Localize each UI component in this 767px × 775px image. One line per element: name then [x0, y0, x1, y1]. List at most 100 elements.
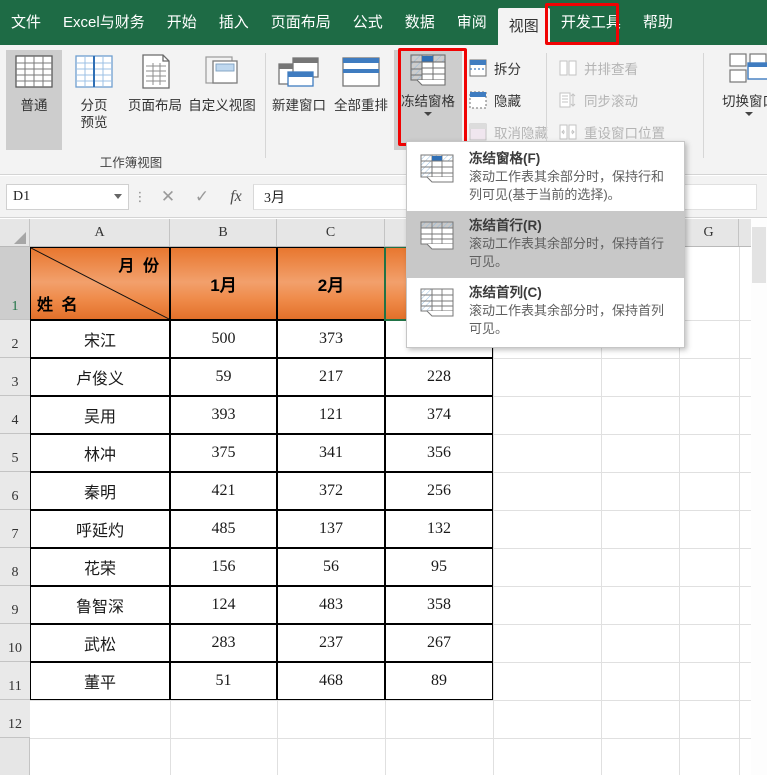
- row-header-12[interactable]: 12: [0, 700, 30, 738]
- cell-a1-header[interactable]: 月 份姓 名: [30, 247, 170, 320]
- cell-a6-name[interactable]: 秦明: [30, 472, 170, 510]
- cell-d5-value[interactable]: 356: [385, 434, 493, 472]
- hide-button[interactable]: 隐藏: [468, 87, 521, 113]
- normal-view-icon: [15, 55, 53, 88]
- menu-item-freeze-first-column[interactable]: 冻结首列(C) 滚动工作表其余部分时，保持首列可见。: [407, 278, 684, 345]
- row-header-8[interactable]: 8: [0, 548, 30, 586]
- cell-c2-value[interactable]: 373: [277, 320, 385, 358]
- cell-a11-name[interactable]: 董平: [30, 662, 170, 700]
- view-custom-views-button[interactable]: 自定义视图: [186, 50, 258, 150]
- insert-function-button[interactable]: fx: [219, 184, 253, 210]
- cell-b10-value[interactable]: 283: [170, 624, 277, 662]
- switch-windows-button[interactable]: 切换窗口: [714, 50, 767, 150]
- cell-c5-value[interactable]: 341: [277, 434, 385, 472]
- cell-c11-value[interactable]: 468: [277, 662, 385, 700]
- cell-b2-value[interactable]: 500: [170, 320, 277, 358]
- cell-a9-name[interactable]: 鲁智深: [30, 586, 170, 624]
- cell-d4-value[interactable]: 374: [385, 396, 493, 434]
- vertical-scrollbar-thumb[interactable]: [752, 227, 766, 283]
- view-page-break-preview-button[interactable]: 分页 预览: [64, 50, 124, 150]
- cell-d11-value[interactable]: 89: [385, 662, 493, 700]
- view-page-layout-button[interactable]: 页面布局: [124, 50, 186, 150]
- reset-window-position-icon: [559, 124, 577, 140]
- row-header-10[interactable]: 10: [0, 624, 30, 662]
- unhide-icon: [469, 123, 487, 141]
- cell-a4-name[interactable]: 吴用: [30, 396, 170, 434]
- freeze-panes-button[interactable]: 冻结窗格: [394, 50, 462, 150]
- ribbon-tab-9[interactable]: 开发工具: [550, 0, 632, 45]
- cell-b6-value[interactable]: 421: [170, 472, 277, 510]
- ribbon-group-workbook-views: 普通 分页 预览 页面布局 自定义视图 工作簿视图: [0, 45, 262, 175]
- ribbon-tab-2[interactable]: 开始: [156, 0, 208, 45]
- cell-d9-value[interactable]: 358: [385, 586, 493, 624]
- cell-d8-value[interactable]: 95: [385, 548, 493, 586]
- cell-b1-month-header[interactable]: 1月: [170, 247, 277, 320]
- vertical-scrollbar[interactable]: [751, 219, 767, 775]
- row-header-2[interactable]: 2: [0, 320, 30, 358]
- cell-c10-value[interactable]: 237: [277, 624, 385, 662]
- cell-a2-name[interactable]: 宋江: [30, 320, 170, 358]
- freeze-panes-chevron-down-icon[interactable]: [424, 112, 432, 116]
- cell-b4-value[interactable]: 393: [170, 396, 277, 434]
- row-header-5[interactable]: 5: [0, 434, 30, 472]
- cell-c6-value[interactable]: 372: [277, 472, 385, 510]
- cell-d6-value[interactable]: 256: [385, 472, 493, 510]
- column-header-a[interactable]: A: [30, 219, 170, 246]
- cell-a7-name[interactable]: 呼延灼: [30, 510, 170, 548]
- cell-b11-value[interactable]: 51: [170, 662, 277, 700]
- view-page-layout-label: 页面布局: [128, 98, 182, 113]
- column-header-g[interactable]: G: [679, 219, 739, 246]
- cell-a5-name[interactable]: 林冲: [30, 434, 170, 472]
- ribbon-tab-6[interactable]: 数据: [394, 0, 446, 45]
- split-button[interactable]: 拆分: [468, 55, 521, 81]
- cell-c4-value[interactable]: 121: [277, 396, 385, 434]
- name-box[interactable]: D1: [6, 183, 129, 210]
- arrange-all-button[interactable]: 全部重排: [330, 50, 392, 150]
- column-header-b[interactable]: B: [170, 219, 277, 246]
- cell-d7-value[interactable]: 132: [385, 510, 493, 548]
- cell-c3-value[interactable]: 217: [277, 358, 385, 396]
- cell-a3-name[interactable]: 卢俊义: [30, 358, 170, 396]
- column-header-c[interactable]: C: [277, 219, 385, 246]
- cell-c7-value[interactable]: 137: [277, 510, 385, 548]
- cell-c8-value[interactable]: 56: [277, 548, 385, 586]
- cell-a8-name[interactable]: 花荣: [30, 548, 170, 586]
- new-window-button[interactable]: 新建窗口: [268, 50, 330, 150]
- cell-d3-value[interactable]: 228: [385, 358, 493, 396]
- cell-b9-value[interactable]: 124: [170, 586, 277, 624]
- row-header-3[interactable]: 3: [0, 358, 30, 396]
- ribbon-tab-3[interactable]: 插入: [208, 0, 260, 45]
- menu-item-freeze-top-row[interactable]: 冻结首行(R) 滚动工作表其余部分时，保持首行可见。: [407, 211, 684, 278]
- formula-bar-grip[interactable]: ⋮: [129, 189, 151, 205]
- ribbon-tab-5[interactable]: 公式: [342, 0, 394, 45]
- confirm-formula-button[interactable]: ✓: [185, 184, 219, 210]
- ribbon-tab-4[interactable]: 页面布局: [260, 0, 342, 45]
- cancel-formula-button[interactable]: ✕: [151, 184, 185, 210]
- cell-b7-value[interactable]: 485: [170, 510, 277, 548]
- cell-d10-value[interactable]: 267: [385, 624, 493, 662]
- row-header-1[interactable]: 1: [0, 247, 30, 320]
- cell-c1-month-header[interactable]: 2月: [277, 247, 385, 320]
- row-header-6[interactable]: 6: [0, 472, 30, 510]
- cell-a10-name[interactable]: 武松: [30, 624, 170, 662]
- cell-b8-value[interactable]: 156: [170, 548, 277, 586]
- ribbon-tab-10[interactable]: 帮助: [632, 0, 684, 45]
- ribbon-separator-3: [703, 53, 704, 158]
- select-all-corner-button[interactable]: [0, 219, 30, 246]
- row-header-7[interactable]: 7: [0, 510, 30, 548]
- ribbon-tab-8[interactable]: 视图: [497, 8, 550, 45]
- ribbon-tab-1[interactable]: Excel与财务: [52, 0, 156, 45]
- cell-b3-value[interactable]: 59: [170, 358, 277, 396]
- switch-windows-chevron-down-icon[interactable]: [745, 112, 753, 116]
- view-normal-button[interactable]: 普通: [6, 50, 62, 150]
- synchronous-scrolling-label: 同步滚动: [584, 94, 638, 109]
- ribbon-tab-7[interactable]: 审阅: [446, 0, 498, 45]
- menu-item-freeze-panes[interactable]: 冻结窗格(F) 滚动工作表其余部分时，保持行和列可见(基于当前的选择)。: [407, 144, 684, 211]
- row-header-11[interactable]: 11: [0, 662, 30, 700]
- cell-c9-value[interactable]: 483: [277, 586, 385, 624]
- row-header-9[interactable]: 9: [0, 586, 30, 624]
- ribbon-tab-0[interactable]: 文件: [0, 0, 52, 45]
- row-header-4[interactable]: 4: [0, 396, 30, 434]
- cell-b5-value[interactable]: 375: [170, 434, 277, 472]
- name-box-chevron-down-icon[interactable]: [114, 194, 122, 199]
